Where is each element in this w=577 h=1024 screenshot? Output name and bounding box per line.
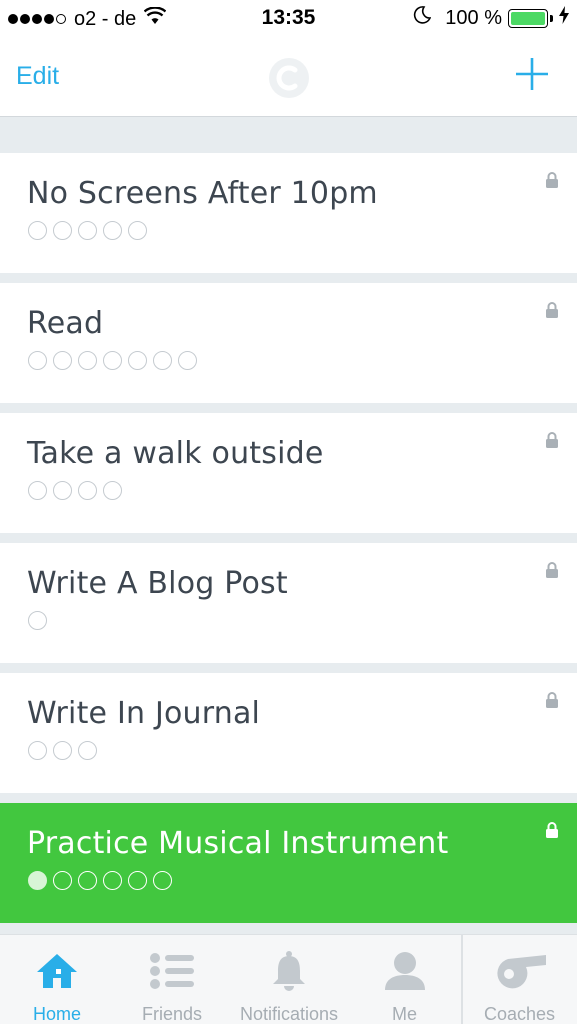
progress-circle-empty[interactable] [103, 481, 122, 500]
habit-row[interactable]: Write A Blog Post [0, 543, 577, 663]
habit-title: Write In Journal [27, 696, 261, 731]
habit-title: Practice Musical Instrument [27, 826, 449, 861]
progress-circle-empty[interactable] [128, 871, 147, 890]
tab-notifications-label: Notifications [239, 1004, 339, 1024]
home-icon [35, 949, 79, 992]
lock-icon [545, 172, 559, 193]
habit-title: Read [27, 306, 104, 341]
progress-circle-empty[interactable] [53, 481, 72, 500]
habit-title: Take a walk outside [27, 436, 324, 471]
habit-title: No Screens After 10pm [27, 176, 378, 211]
status-bar: o2 - de 13:35 100 % [0, 0, 577, 38]
progress-circle-empty[interactable] [128, 221, 147, 240]
tab-coaches[interactable]: Coaches [462, 935, 577, 1024]
coach-logo-icon [268, 57, 310, 104]
lock-icon [545, 302, 559, 323]
progress-circle-empty[interactable] [28, 741, 47, 760]
progress-circle-empty[interactable] [103, 871, 122, 890]
tab-friends-label: Friends [141, 1004, 203, 1024]
tab-friends[interactable]: Friends [114, 935, 230, 1024]
tab-me-label: Me [391, 1004, 417, 1024]
progress-circle-empty[interactable] [128, 351, 147, 370]
charging-bolt-icon [559, 6, 569, 30]
battery-icon [508, 8, 548, 28]
tab-notifications[interactable]: Notifications [230, 935, 348, 1024]
person-icon [383, 949, 427, 992]
lock-icon [545, 432, 559, 453]
progress-circles [28, 351, 203, 370]
tab-coaches-label: Coaches [483, 1004, 556, 1024]
progress-circle-empty[interactable] [178, 351, 197, 370]
progress-circle-empty[interactable] [28, 611, 47, 630]
progress-circle-filled[interactable] [28, 871, 47, 890]
habit-title: Write A Blog Post [27, 566, 288, 601]
tab-bar: Home Friends Notifications Me Coaches [0, 934, 577, 1024]
tab-home-label: Home [32, 1004, 81, 1024]
progress-circle-empty[interactable] [103, 351, 122, 370]
whistle-icon [492, 949, 548, 992]
progress-circle-empty[interactable] [78, 351, 97, 370]
status-right: 100 % [413, 6, 569, 30]
progress-circle-empty[interactable] [78, 741, 97, 760]
progress-circle-empty[interactable] [28, 481, 47, 500]
progress-circles [28, 871, 178, 890]
progress-circle-empty[interactable] [103, 221, 122, 240]
habit-row[interactable]: Practice Musical Instrument [0, 803, 577, 923]
progress-circle-empty[interactable] [153, 871, 172, 890]
progress-circles [28, 221, 153, 240]
progress-circle-empty[interactable] [53, 221, 72, 240]
edit-button[interactable]: Edit [16, 62, 59, 91]
progress-circle-empty[interactable] [28, 351, 47, 370]
progress-circle-empty[interactable] [53, 351, 72, 370]
lock-icon [545, 822, 559, 843]
tab-me[interactable]: Me [348, 935, 461, 1024]
progress-circle-empty[interactable] [53, 741, 72, 760]
habit-row[interactable]: Read [0, 283, 577, 403]
lock-icon [545, 562, 559, 583]
tab-home[interactable]: Home [0, 935, 114, 1024]
progress-circles [28, 741, 103, 760]
progress-circle-empty[interactable] [78, 481, 97, 500]
lock-icon [545, 692, 559, 713]
battery-percent: 100 % [445, 6, 502, 29]
habit-row[interactable]: Take a walk outside [0, 413, 577, 533]
bell-icon [271, 949, 307, 992]
progress-circles [28, 611, 53, 630]
plus-icon[interactable] [515, 57, 549, 96]
progress-circle-empty[interactable] [53, 871, 72, 890]
navigation-bar: Edit [0, 38, 577, 117]
list-icon [149, 949, 195, 992]
progress-circle-empty[interactable] [28, 221, 47, 240]
habit-row[interactable]: Write In Journal [0, 673, 577, 793]
progress-circle-empty[interactable] [153, 351, 172, 370]
progress-circle-empty[interactable] [78, 221, 97, 240]
moon-icon [413, 6, 432, 30]
habit-row[interactable]: No Screens After 10pm [0, 153, 577, 273]
progress-circle-empty[interactable] [78, 871, 97, 890]
progress-circles [28, 481, 128, 500]
